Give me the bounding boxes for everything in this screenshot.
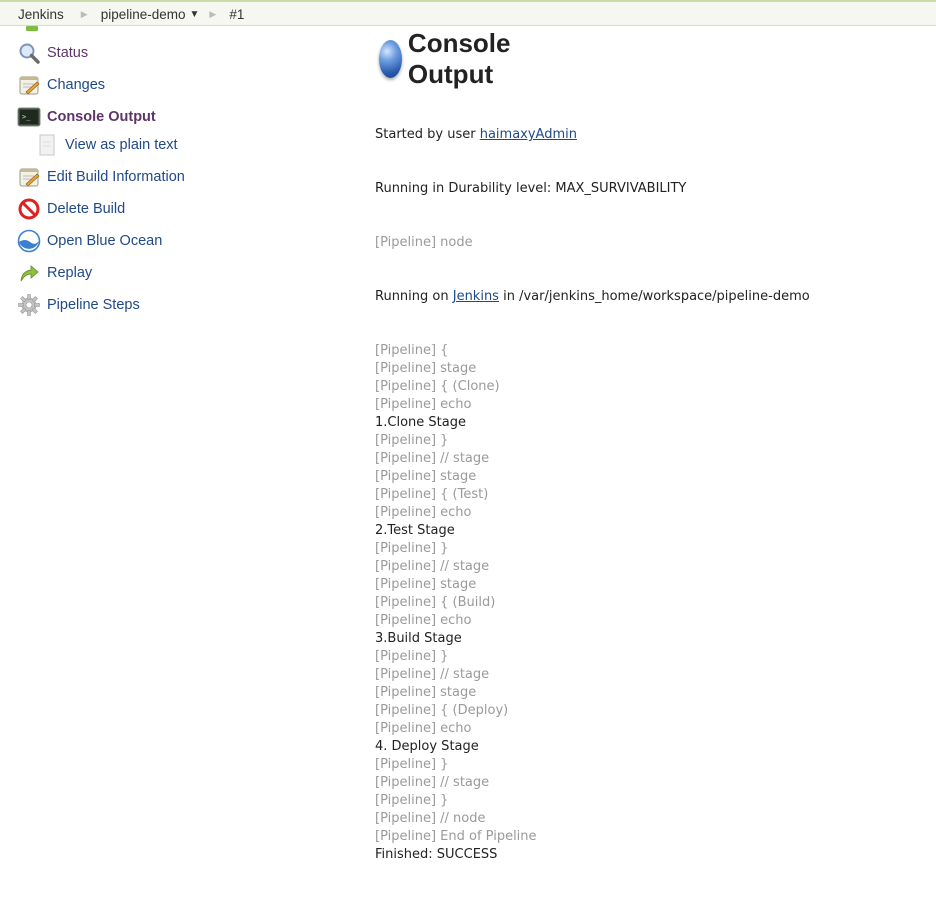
console-line: [Pipeline] echo: [375, 397, 472, 412]
page-title-text: Console Output: [407, 28, 511, 89]
sidebar-item-delete-build[interactable]: Delete Build: [16, 197, 125, 221]
sidebar-item-label: Pipeline Steps: [47, 297, 140, 313]
sidebar-item-label: Console Output: [47, 109, 156, 125]
sidebar-item-label: Replay: [47, 265, 93, 281]
console-line: [Pipeline] stage: [375, 361, 477, 376]
console-line: [Pipeline] stage: [375, 577, 477, 592]
sidebar-item-changes[interactable]: Changes: [16, 73, 105, 97]
notepad-icon: [16, 73, 42, 97]
console-line: [Pipeline] { (Deploy): [375, 703, 509, 718]
console-line-running-on: Running on Jenkins in /var/jenkins_home/…: [375, 289, 810, 304]
console-line-started: Started by user haimaxyAdmin: [375, 127, 577, 142]
console-line: [Pipeline] // stage: [375, 667, 490, 682]
console-line: [Pipeline] { (Clone): [375, 379, 500, 394]
console-line-node: [Pipeline] node: [375, 235, 473, 250]
blue-ball-status-icon: [379, 40, 402, 78]
console-line: [Pipeline] }: [375, 649, 449, 664]
console-line: [Pipeline] }: [375, 541, 449, 556]
console-line: [Pipeline] stage: [375, 685, 477, 700]
chevron-right-icon: ▶: [209, 9, 217, 19]
chevron-right-icon: ▶: [80, 9, 88, 19]
breadcrumb-jenkins[interactable]: Jenkins: [18, 7, 64, 22]
console-line: [Pipeline] }: [375, 757, 449, 772]
sidebar-item-label: Changes: [47, 77, 106, 93]
console-line: [Pipeline] echo: [375, 721, 472, 736]
blue-ocean-icon: [16, 229, 42, 253]
breadcrumb-build-1[interactable]: #1: [229, 7, 244, 22]
console-line: 2.Test Stage: [375, 523, 455, 538]
replay-arrow-icon: [16, 261, 42, 285]
terminal-icon: >_: [16, 105, 42, 129]
console-line: [Pipeline] {: [375, 343, 449, 358]
sidebar-item-console-output[interactable]: >_ Console Output: [16, 105, 156, 129]
console-line: Finished: SUCCESS: [375, 847, 498, 862]
breadcrumb: Jenkins ▶ pipeline-demo ▼ ▶ #1: [18, 7, 244, 22]
user-link[interactable]: haimaxyAdmin: [480, 127, 577, 142]
breadcrumb-pipeline-demo[interactable]: pipeline-demo: [101, 7, 186, 22]
console-lines: [Pipeline] { [Pipeline] stage [Pipeline] {…: [375, 342, 810, 864]
magnifier-icon: [16, 41, 42, 65]
console-line: [Pipeline] // stage: [375, 775, 490, 790]
console-line-durability: Running in Durability level: MAX_SURVIVA…: [375, 181, 687, 196]
sidebar-item-replay[interactable]: Replay: [16, 261, 92, 285]
console-output: Started by user haimaxyAdmin Running in …: [375, 90, 810, 900]
node-link[interactable]: Jenkins: [453, 289, 499, 304]
sidebar-item-pipeline-steps[interactable]: Pipeline Steps: [16, 293, 140, 317]
console-line: [Pipeline] { (Test): [375, 487, 489, 502]
page-title: Console Output: [379, 28, 526, 90]
console-line: [Pipeline] echo: [375, 613, 472, 628]
sidebar-item-label: View as plain text: [65, 137, 178, 153]
document-icon: [34, 133, 60, 157]
console-line: [Pipeline] }: [375, 793, 449, 808]
gear-icon: [16, 293, 42, 317]
no-entry-icon: [16, 197, 42, 221]
console-line: [Pipeline] // stage: [375, 559, 490, 574]
sidebar-item-status[interactable]: Status: [16, 41, 88, 65]
console-line: [Pipeline] // stage: [375, 451, 490, 466]
breadcrumb-bar: Jenkins ▶ pipeline-demo ▼ ▶ #1: [0, 0, 936, 26]
notepad-icon: [16, 165, 42, 189]
console-line: 3.Build Stage: [375, 631, 462, 646]
sidebar-item-label: Delete Build: [47, 201, 126, 217]
console-line: 4. Deploy Stage: [375, 739, 479, 754]
console-line: [Pipeline] { (Build): [375, 595, 496, 610]
back-to-project-icon[interactable]: [26, 26, 38, 31]
console-line: [Pipeline] stage: [375, 469, 477, 484]
sidebar-item-view-plain-text[interactable]: View as plain text: [34, 133, 178, 157]
sidebar-item-label: Edit Build Information: [47, 169, 185, 185]
sidebar-item-label: Status: [47, 45, 89, 61]
console-line: 1.Clone Stage: [375, 415, 466, 430]
console-line: [Pipeline] // node: [375, 811, 486, 826]
sidebar-item-open-blue-ocean[interactable]: Open Blue Ocean: [16, 229, 162, 253]
svg-text:>_: >_: [22, 113, 31, 121]
sidebar-item-label: Open Blue Ocean: [47, 233, 163, 249]
console-line: [Pipeline] }: [375, 433, 449, 448]
caret-down-icon[interactable]: ▼: [190, 9, 200, 20]
console-line: [Pipeline] echo: [375, 505, 472, 520]
console-line: [Pipeline] End of Pipeline: [375, 829, 537, 844]
sidebar-item-edit-build-information[interactable]: Edit Build Information: [16, 165, 185, 189]
